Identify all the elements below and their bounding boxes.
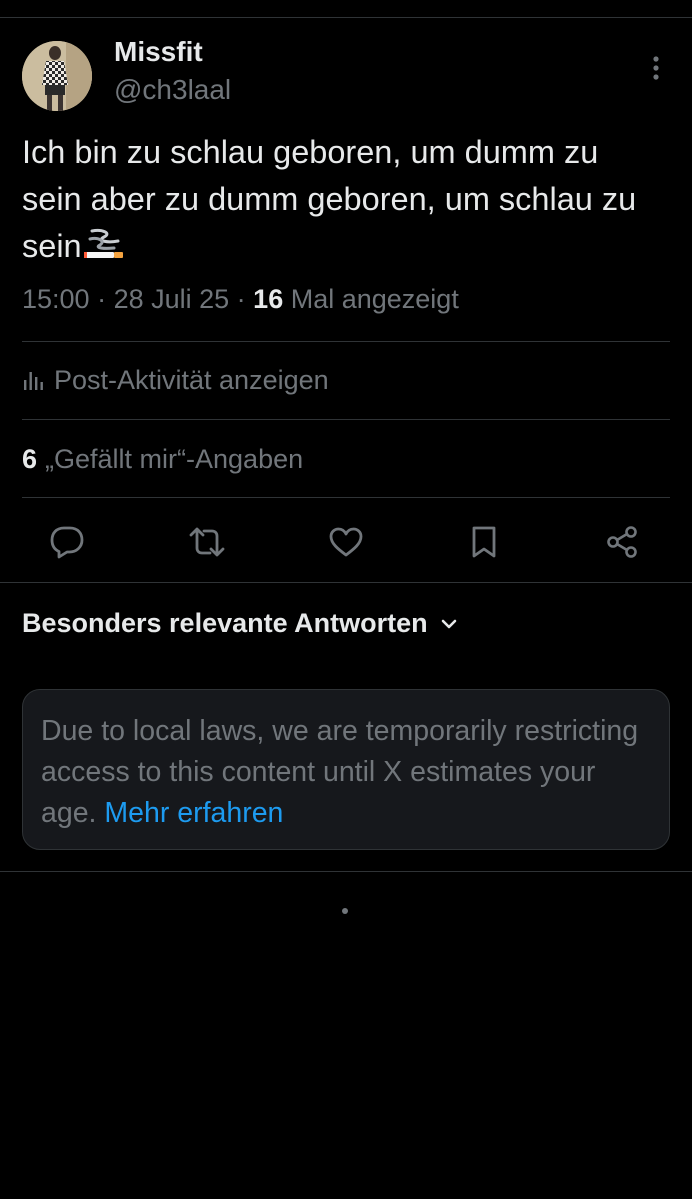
- likes-count: 6: [22, 444, 38, 474]
- author-display-name[interactable]: Missfit: [114, 36, 203, 68]
- more-vertical-icon: [653, 56, 659, 80]
- replies-sort-dropdown[interactable]: Besonders relevante Antworten: [22, 608, 458, 639]
- share-button[interactable]: [602, 522, 642, 562]
- chevron-down-icon: [440, 618, 458, 630]
- avatar[interactable]: [22, 41, 92, 111]
- reply-button[interactable]: [47, 522, 87, 562]
- avatar-photo: [22, 41, 92, 111]
- post-text: Ich bin zu schlau geboren, um dumm zu se…: [22, 129, 662, 274]
- divider: [22, 497, 670, 498]
- post-activity-link[interactable]: Post-Aktivität anzeigen: [22, 365, 329, 396]
- divider: [22, 341, 670, 342]
- bookmark-icon: [472, 526, 496, 558]
- smoking-emoji-icon: [83, 227, 126, 274]
- likes-label: „Gefällt mir“-Angaben: [45, 444, 304, 474]
- heart-icon: [329, 527, 363, 557]
- like-button[interactable]: [326, 522, 366, 562]
- author-handle[interactable]: @ch3laal: [114, 74, 231, 106]
- speech-bubble-icon: [50, 526, 84, 559]
- section-divider: [0, 871, 692, 872]
- views-count: 16: [253, 284, 284, 314]
- post-meta: 15:00 · 28 Juli 25 · 16 Mal angezeigt: [22, 284, 459, 315]
- post-activity-label: Post-Aktivität anzeigen: [54, 365, 329, 395]
- post-date[interactable]: 28 Juli 25: [114, 284, 230, 314]
- more-options-button[interactable]: [640, 52, 672, 84]
- repost-button[interactable]: [187, 522, 227, 562]
- learn-more-link[interactable]: Mehr erfahren: [104, 797, 283, 829]
- meta-separator: ·: [229, 284, 254, 314]
- divider: [22, 419, 670, 420]
- bookmark-button[interactable]: [464, 522, 504, 562]
- repost-arrows-icon: [189, 527, 225, 557]
- loading-indicator: [342, 908, 348, 914]
- share-nodes-icon: [607, 526, 637, 558]
- analytics-icon: [22, 370, 44, 392]
- top-divider: [0, 17, 692, 18]
- post-time[interactable]: 15:00: [22, 284, 90, 314]
- meta-separator: ·: [89, 284, 114, 314]
- views-label: Mal angezeigt: [283, 284, 459, 314]
- replies-sort-label: Besonders relevante Antworten: [22, 608, 428, 638]
- likes-summary[interactable]: 6 „Gefällt mir“-Angaben: [22, 444, 303, 475]
- section-divider: [0, 582, 692, 583]
- age-restriction-notice: Due to local laws, we are temporarily re…: [22, 689, 670, 850]
